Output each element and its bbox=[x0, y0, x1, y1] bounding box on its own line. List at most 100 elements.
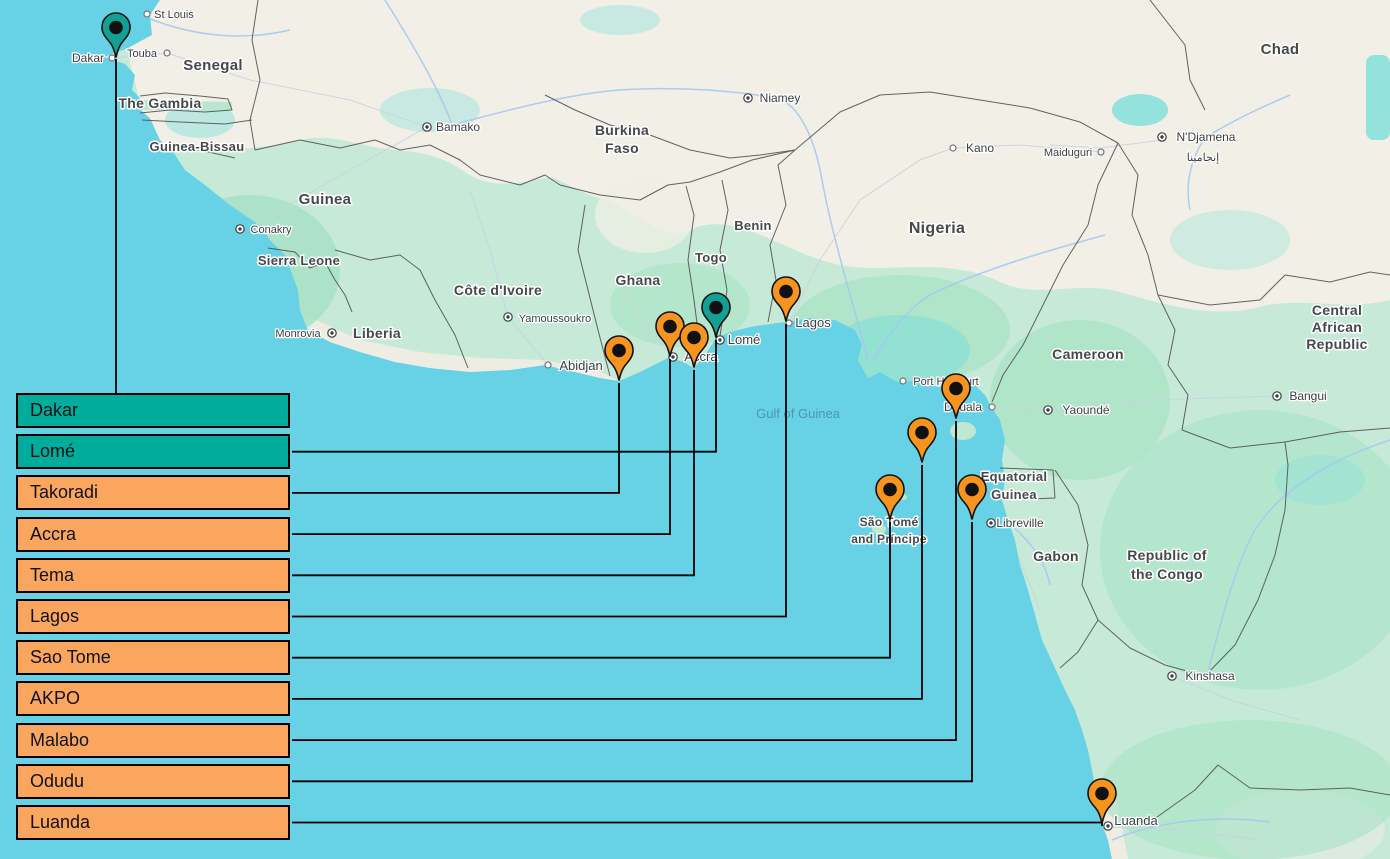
country-label-chad: Chad bbox=[1261, 41, 1300, 58]
city-label-st-louis: St Louis bbox=[154, 9, 194, 21]
city-label-maiduguri: Maiduguri bbox=[1044, 147, 1092, 159]
pin-dot-icon bbox=[965, 483, 979, 497]
bioko-island bbox=[950, 422, 976, 440]
legend-item-takoradi[interactable]: Takoradi bbox=[16, 475, 290, 510]
pin-dot-icon bbox=[779, 285, 793, 299]
country-label-c-te-d-ivoire: Côte d'Ivoire bbox=[454, 282, 542, 298]
country-label-s-o-tom-and-pr-ncipe: and Príncipe bbox=[851, 532, 927, 546]
city-label-libreville: Libreville bbox=[996, 516, 1044, 530]
legend-item-label: Odudu bbox=[30, 771, 84, 792]
city-label-kinshasa: Kinshasa bbox=[1185, 669, 1235, 683]
legend-item-dakar[interactable]: Dakar bbox=[16, 393, 290, 428]
town-dot-icon bbox=[144, 11, 150, 17]
water-label: Gulf of Guinea bbox=[756, 406, 841, 421]
country-label-central-african-republic: Republic bbox=[1306, 336, 1368, 352]
pin-dot-icon bbox=[1095, 787, 1109, 801]
legend-item-label: Takoradi bbox=[30, 482, 98, 503]
town-dot-icon bbox=[950, 145, 956, 151]
city-label-n-djamena: N'Djamena bbox=[1177, 130, 1236, 144]
city-label-bangui: Bangui bbox=[1289, 389, 1326, 403]
pin-dot-icon bbox=[709, 301, 723, 315]
country-label-senegal: Senegal bbox=[183, 57, 243, 74]
town-dot-icon bbox=[164, 50, 170, 56]
legend-item-label: Tema bbox=[30, 565, 74, 586]
capital-dot-inner-icon bbox=[1106, 824, 1109, 827]
capital-dot-inner-icon bbox=[1046, 408, 1049, 411]
capital-dot-inner-icon bbox=[989, 521, 992, 524]
country-label-liberia: Liberia bbox=[353, 325, 401, 341]
city-label-dakar: Dakar bbox=[72, 51, 104, 65]
capital-dot-inner-icon bbox=[718, 338, 721, 341]
legend-item-label: Lagos bbox=[30, 606, 79, 627]
legend-item-tema[interactable]: Tema bbox=[16, 558, 290, 593]
pin-dot-icon bbox=[663, 320, 677, 334]
country-label-equatorial-guinea: Equatorial bbox=[981, 469, 1048, 484]
legend-item-akpo[interactable]: AKPO bbox=[16, 681, 290, 716]
capital-dot-inner-icon bbox=[238, 227, 241, 230]
country-label-benin: Benin bbox=[734, 218, 772, 233]
legend-item-odudu[interactable]: Odudu bbox=[16, 764, 290, 799]
capital-dot-inner-icon bbox=[746, 96, 749, 99]
country-label-guinea: Guinea bbox=[299, 191, 352, 208]
legend-item-luanda[interactable]: Luanda bbox=[16, 805, 290, 840]
legend-item-label: Dakar bbox=[30, 400, 78, 421]
town-dot-icon bbox=[545, 362, 551, 368]
city-label-yamoussoukro: Yamoussoukro bbox=[519, 313, 592, 325]
country-label-central-african-republic: African bbox=[1312, 319, 1362, 335]
capital-dot-inner-icon bbox=[1170, 674, 1173, 677]
country-label-republic-of-the-congo: Republic of bbox=[1127, 547, 1207, 563]
country-label-ghana: Ghana bbox=[615, 272, 660, 288]
legend-item-label: Accra bbox=[30, 524, 76, 545]
legend-item-malabo[interactable]: Malabo bbox=[16, 723, 290, 758]
country-label-sierra-leone: Sierra Leone bbox=[258, 253, 340, 268]
country-label-central-african-republic: Central bbox=[1312, 302, 1362, 318]
capital-dot-inner-icon bbox=[1275, 394, 1278, 397]
country-label-nigeria: Nigeria bbox=[909, 220, 965, 237]
country-label-the-gambia: The Gambia bbox=[118, 95, 201, 111]
water-labels: Gulf of Guinea bbox=[756, 406, 841, 421]
country-label-guinea-bissau: Guinea-Bissau bbox=[150, 139, 245, 154]
town-dot-icon bbox=[989, 404, 995, 410]
city-label-luanda: Luanda bbox=[1114, 813, 1158, 828]
town-dot-icon bbox=[900, 378, 906, 384]
country-label-equatorial-guinea: Guinea bbox=[991, 487, 1037, 502]
capital-dot-inner-icon bbox=[425, 125, 428, 128]
pin-dot-icon bbox=[883, 483, 897, 497]
city-label-bamako: Bamako bbox=[436, 120, 480, 134]
country-label-togo: Togo bbox=[695, 250, 727, 265]
city-label-lom: Lomé bbox=[728, 332, 761, 347]
city-label-: إنجامينا bbox=[1187, 152, 1219, 164]
city-label-niamey: Niamey bbox=[760, 91, 801, 105]
legend-item-label: AKPO bbox=[30, 688, 80, 709]
country-label-burkina-faso: Faso bbox=[605, 140, 639, 156]
town-dot-icon bbox=[109, 55, 115, 61]
pin-dot-icon bbox=[915, 426, 929, 440]
capital-dot-inner-icon bbox=[330, 331, 333, 334]
city-label-conakry: Conakry bbox=[251, 224, 292, 236]
legend-item-label: Malabo bbox=[30, 730, 89, 751]
city-label-abidjan: Abidjan bbox=[559, 358, 602, 373]
country-label-burkina-faso: Burkina bbox=[595, 122, 649, 138]
city-label-lagos: Lagos bbox=[795, 315, 831, 330]
country-label-cameroon: Cameroon bbox=[1052, 346, 1124, 362]
country-label-gabon: Gabon bbox=[1033, 548, 1079, 564]
city-label-kano: Kano bbox=[966, 141, 994, 155]
capital-dot-inner-icon bbox=[671, 355, 674, 358]
capital-dot-inner-icon bbox=[506, 315, 509, 318]
legend-item-label: Luanda bbox=[30, 812, 90, 833]
pin-dot-icon bbox=[687, 331, 701, 345]
city-label-monrovia: Monrovia bbox=[275, 328, 321, 340]
city-label-touba: Touba bbox=[127, 48, 158, 60]
legend-item-label: Lomé bbox=[30, 441, 75, 462]
pin-dot-icon bbox=[949, 382, 963, 396]
city-label-yaound: Yaoundé bbox=[1062, 403, 1109, 417]
legend-item-lagos[interactable]: Lagos bbox=[16, 599, 290, 634]
legend-item-lom[interactable]: Lomé bbox=[16, 434, 290, 469]
pin-dot-icon bbox=[109, 21, 123, 35]
pin-dot-icon bbox=[612, 344, 626, 358]
legend-item-accra[interactable]: Accra bbox=[16, 517, 290, 552]
map-screenshot: Gulf of Guinea Senegal The Gambia Guinea-B… bbox=[0, 0, 1390, 859]
capital-dot-inner-icon bbox=[1160, 135, 1163, 138]
legend-item-sao-tome[interactable]: Sao Tome bbox=[16, 640, 290, 675]
town-dot-icon bbox=[1098, 149, 1104, 155]
